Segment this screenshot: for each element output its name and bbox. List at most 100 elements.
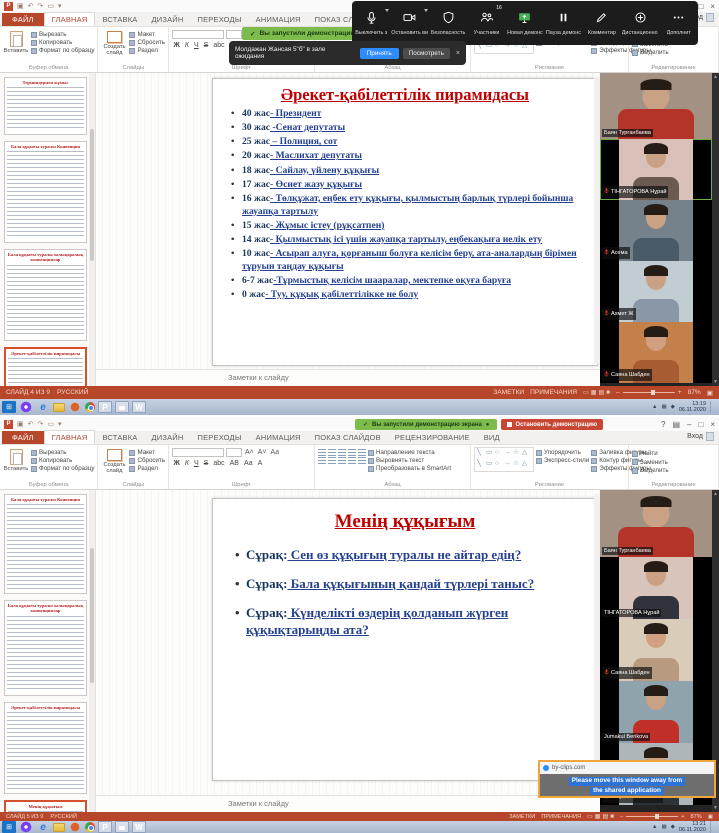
view-buttons[interactable]: ▭ ▦ ▤ ■ xyxy=(587,813,614,820)
minimize-button[interactable]: – xyxy=(687,420,691,429)
zoom-toolbar-shield-button[interactable]: Безопасность xyxy=(429,1,467,45)
tray-up-icon[interactable]: ▲ xyxy=(652,824,657,830)
chevron-down-icon[interactable] xyxy=(424,9,428,12)
taskbar-zoom-icon[interactable] xyxy=(115,401,129,413)
scroll-up-icon[interactable]: ▲ xyxy=(712,491,719,497)
video-panel-scrollbar[interactable]: ▲▼ xyxy=(712,73,719,386)
redo-icon[interactable]: ↷ xyxy=(38,420,44,428)
save-icon[interactable]: ▣ xyxy=(17,2,24,10)
zoom-toolbar-remote-button[interactable]: Дистанционно уп xyxy=(621,1,659,45)
slide-bullet[interactable]: 6-7 жас-Тұрмыстық келісім шааралар, мект… xyxy=(229,275,587,288)
slide-bullets[interactable]: Сұрақ: Сен өз құқығың туралы не айтар ед… xyxy=(223,547,587,639)
show-desktop-button[interactable] xyxy=(710,821,714,833)
participant-video[interactable]: ТІНГАТОРОВА Нұрай xyxy=(600,557,712,619)
ribbon-button-копировать[interactable]: Копировать xyxy=(31,457,94,464)
slide-thumbnail[interactable]: Бала құқығы туралы халықаралық конвенция… xyxy=(4,600,87,696)
font-size-button[interactable]: A˄ xyxy=(244,449,255,456)
shape-star-icon[interactable]: ☆ xyxy=(513,449,522,460)
ribbon-button-макет[interactable]: Макет xyxy=(129,449,165,456)
close-button[interactable]: × xyxy=(710,2,715,11)
ribbon-button-экспресс-стили[interactable]: Экспресс-стили xyxy=(536,457,589,464)
ribbon-tab-вставка[interactable]: ВСТАВКА xyxy=(95,13,144,26)
taskbar-word-icon[interactable]: W xyxy=(132,401,146,413)
font-style-3[interactable]: S xyxy=(202,42,210,49)
font-style-0[interactable]: Ж xyxy=(172,460,181,467)
ribbon-tab-показ слайдов[interactable]: ПОКАЗ СЛАЙДОВ xyxy=(308,431,388,444)
taskbar-start-icon[interactable]: ⊞ xyxy=(2,401,16,413)
slide-bullet[interactable]: 14 жас- Қылмыстық ісі үшін жауапқа тарты… xyxy=(229,234,587,247)
shape-line-icon[interactable]: ╲ xyxy=(477,460,486,471)
language-indicator[interactable]: РУССКИЙ xyxy=(57,389,88,396)
paragraph-icon[interactable] xyxy=(328,449,336,456)
shape-line-icon[interactable]: ╲ xyxy=(477,449,486,460)
zoom-toolbar-more-button[interactable]: Дополнит xyxy=(660,1,698,45)
ribbon-tab-файл[interactable]: ФАЙЛ xyxy=(2,13,44,26)
slideshow-icon[interactable]: ▭ xyxy=(47,2,54,10)
ribbon-tab-дизайн[interactable]: ДИЗАЙН xyxy=(145,431,191,444)
slide-thumbnail[interactable]: Әрекет-қабілеттілік пирамидасы xyxy=(4,702,87,794)
shape-tri-icon[interactable]: △ xyxy=(522,460,531,471)
taskbar-clock[interactable]: 13:1906.11.2020 xyxy=(679,401,706,413)
ribbon-button-раздел[interactable]: Раздел xyxy=(129,47,165,54)
slide-bullet[interactable]: 18 жас- Сайлау, үйлену құқығы xyxy=(229,165,587,178)
show-desktop-button[interactable] xyxy=(710,401,714,413)
paragraph-icon[interactable] xyxy=(358,449,366,456)
scroll-up-icon[interactable]: ▲ xyxy=(712,74,719,80)
slide-bullet[interactable]: 25 жас – Полиция, сот xyxy=(229,136,587,149)
undo-icon[interactable]: ↶ xyxy=(28,420,34,428)
redo-icon[interactable]: ↷ xyxy=(38,2,44,10)
font-name-combobox[interactable] xyxy=(172,448,224,457)
scroll-down-icon[interactable]: ▼ xyxy=(712,805,719,811)
paragraph-icon[interactable] xyxy=(318,449,326,456)
ribbon-button-сбросить[interactable]: Сбросить xyxy=(129,39,165,46)
slide-thumbnail[interactable]: Бала құқығы туралы халықаралық конвенция… xyxy=(4,249,87,341)
ribbon-tab-вид[interactable]: ВИД xyxy=(477,431,507,444)
font-style-1[interactable]: К xyxy=(183,460,190,467)
undo-icon[interactable]: ↶ xyxy=(28,2,34,10)
taskbar-powerpoint-icon[interactable]: P xyxy=(98,401,112,413)
taskbar-zoom-icon[interactable] xyxy=(115,821,129,833)
ribbon-button-формат-по-образцу[interactable]: Формат по образцу xyxy=(31,465,94,472)
shape-oval-icon[interactable]: ○ xyxy=(495,460,504,471)
scroll-down-icon[interactable]: ▼ xyxy=(712,379,719,385)
taskbar-chrome-icon[interactable] xyxy=(85,402,95,412)
zoom-slider[interactable]: –+ xyxy=(620,814,684,820)
ribbon-button-упорядочить[interactable]: Упорядочить xyxy=(536,449,589,456)
font-size-combobox[interactable] xyxy=(226,448,242,457)
taskbar-search-icon[interactable] xyxy=(19,401,33,413)
taskbar-word-icon[interactable]: W xyxy=(132,821,146,833)
ribbon-button-формат-по-образцу[interactable]: Формат по образцу xyxy=(31,47,94,54)
ribbon-tab-анимация[interactable]: АНИМАЦИЯ xyxy=(249,431,308,444)
fit-slide-icon[interactable]: ▣ xyxy=(707,389,713,397)
tray-network-icon[interactable]: ▦ xyxy=(661,404,666,410)
comments-toggle[interactable]: ПРИМЕЧАНИЯ xyxy=(541,814,581,820)
font-size-combobox[interactable] xyxy=(226,30,242,39)
paragraph-icon[interactable] xyxy=(358,457,366,464)
taskbar-chrome-icon[interactable] xyxy=(85,822,95,832)
ribbon-button-направление-текста[interactable]: Направление текста xyxy=(368,449,451,456)
chevron-down-icon[interactable] xyxy=(385,9,389,12)
slide-canvas[interactable]: Әрекет-қабілеттілік пирамидасы 40 жас- П… xyxy=(212,78,598,366)
taskbar-clock[interactable]: 13:2106.11.2020 xyxy=(679,821,706,833)
zoom-percent[interactable]: 87% xyxy=(691,814,702,820)
shape-oval-icon[interactable]: ○ xyxy=(495,449,504,460)
ribbon-tab-переходы[interactable]: ПЕРЕХОДЫ xyxy=(191,13,249,26)
paragraph-icon[interactable] xyxy=(328,457,336,464)
zoom-percent[interactable]: 87% xyxy=(688,389,701,396)
new-slide-button[interactable]: Создать слайд xyxy=(101,447,127,475)
slide-title[interactable]: Әрекет-қабілеттілік пирамидасы xyxy=(223,85,587,105)
review-button[interactable]: Посмотреть xyxy=(403,48,450,59)
sign-in[interactable]: Вход xyxy=(687,432,714,441)
ribbon-tab-переходы[interactable]: ПЕРЕХОДЫ xyxy=(191,431,249,444)
tray-network-icon[interactable]: ▦ xyxy=(661,824,666,830)
canvas-scrollbar[interactable] xyxy=(594,494,599,790)
slide-bullet[interactable]: Сұрақ: Күнделікті өздерің қолданып жүрге… xyxy=(233,605,587,639)
font-name-combobox[interactable] xyxy=(172,30,224,39)
font-size-button[interactable]: Aa xyxy=(270,449,281,456)
font-style-4[interactable]: abc xyxy=(212,460,226,467)
ribbon-button-заменить[interactable]: Заменить xyxy=(632,459,715,466)
shape-tri-icon[interactable]: △ xyxy=(522,449,531,460)
slide-title[interactable]: Менің құқығым xyxy=(223,511,587,533)
slide-bullet[interactable]: 20 жас- Маслихат депутаты xyxy=(229,150,587,163)
slide-thumbnail[interactable]: Бала құқығы туралы Конвенция xyxy=(4,141,87,243)
